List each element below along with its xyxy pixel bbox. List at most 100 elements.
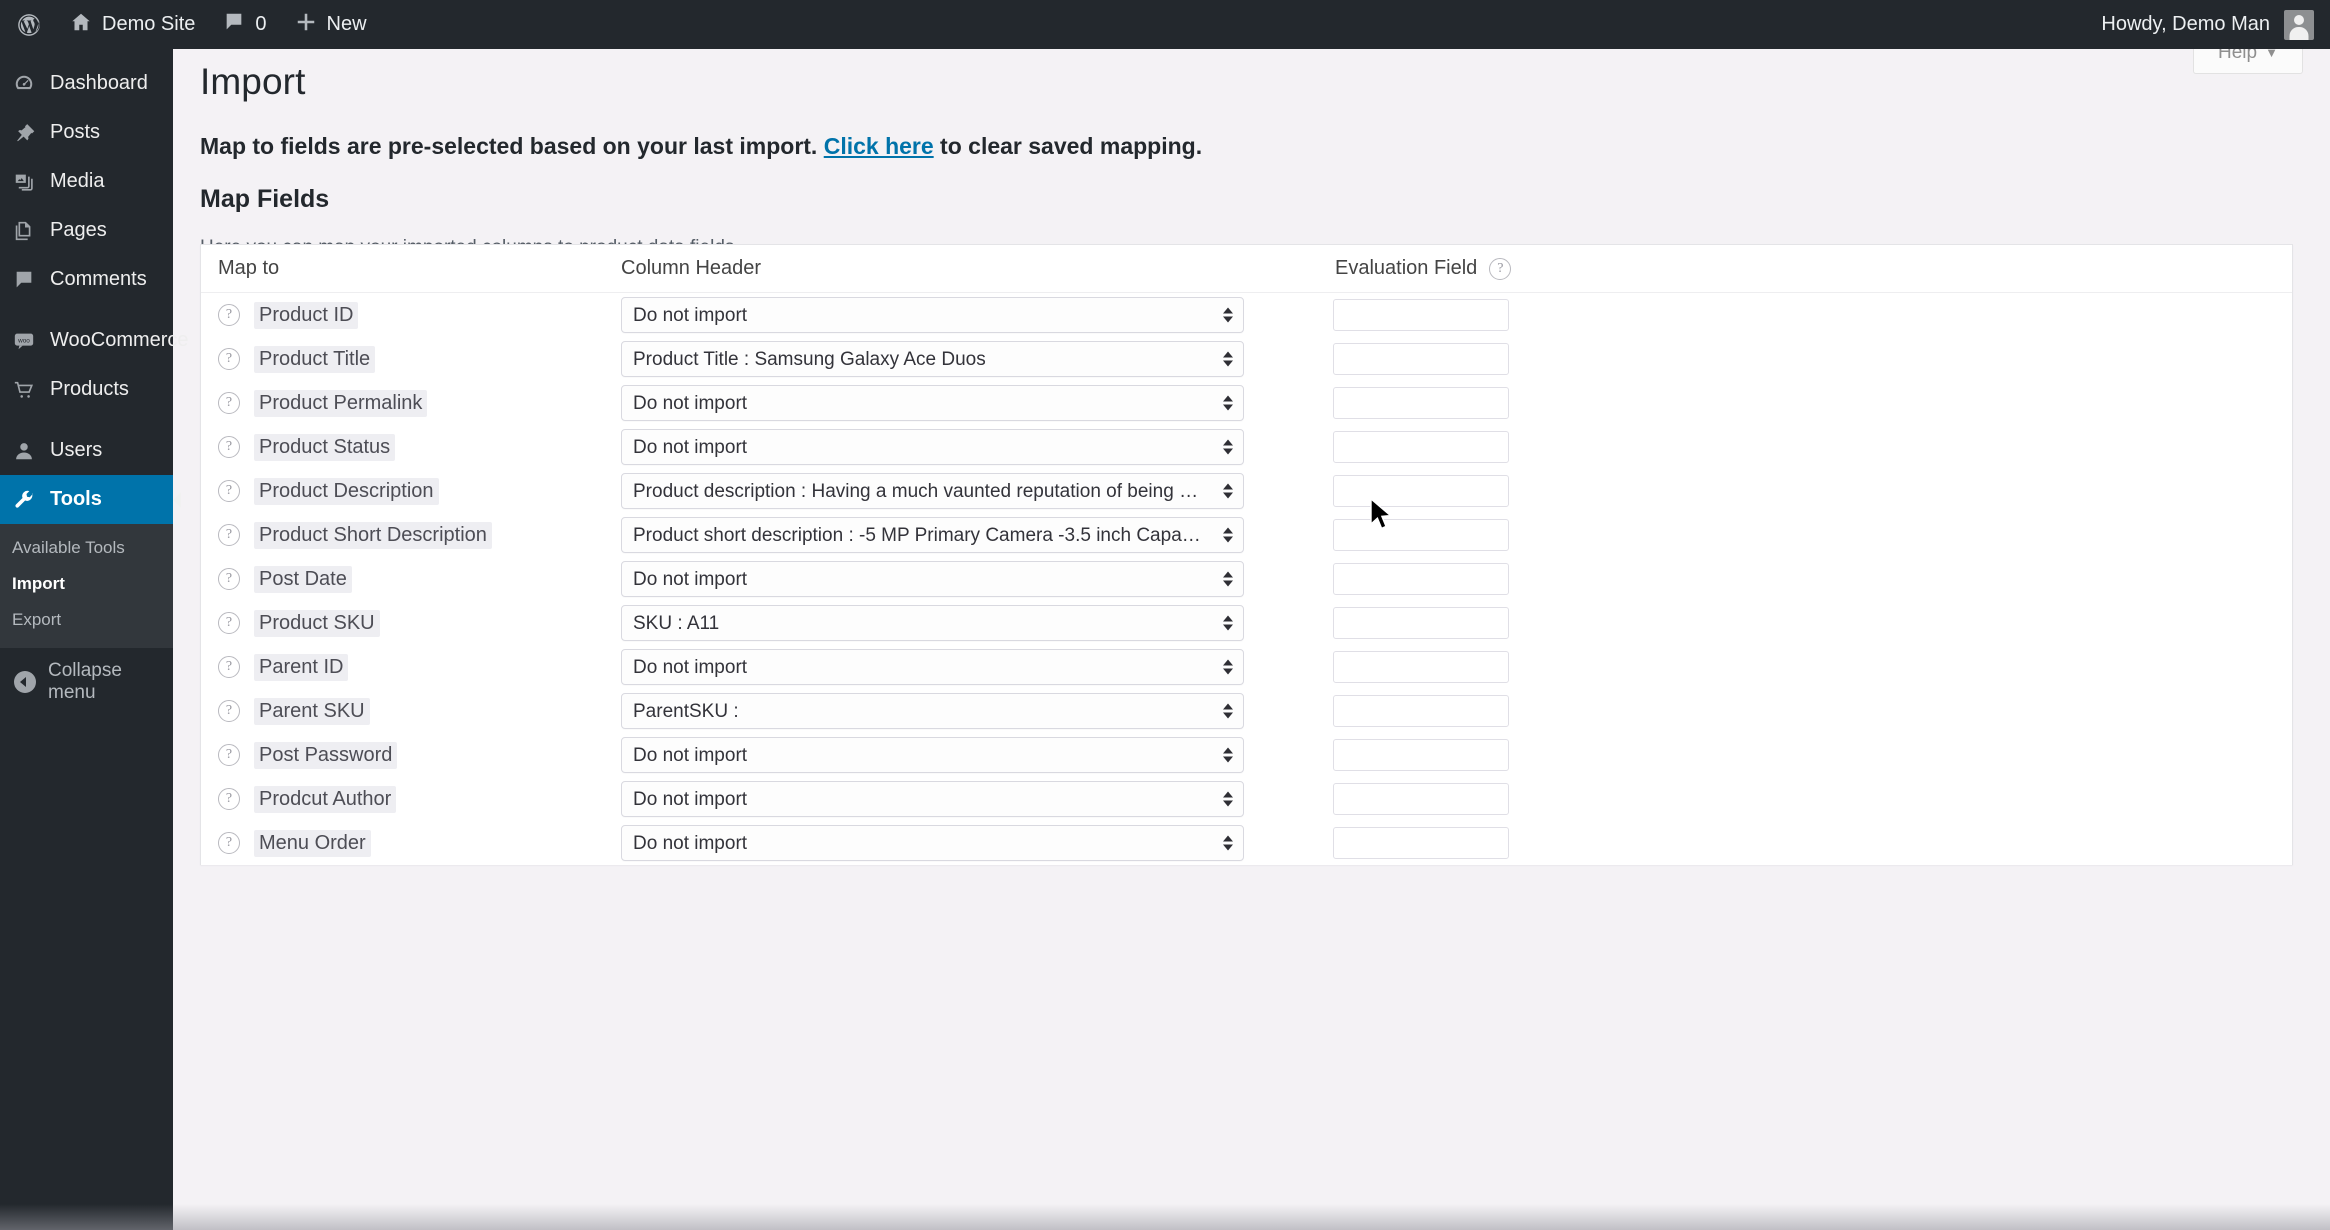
column-header-cell: Do not import <box>621 429 1333 465</box>
sidebar-item-label: Media <box>50 170 105 192</box>
question-mark-icon[interactable]: ? <box>218 392 240 414</box>
question-mark-icon[interactable]: ? <box>218 480 240 502</box>
column-header-select-wrapper: Do not import <box>621 649 1244 685</box>
map-to-label: Product ID <box>254 301 359 329</box>
svg-text:woo: woo <box>17 337 30 344</box>
sidebar-item-posts[interactable]: Posts <box>0 108 173 157</box>
evaluation-field-input[interactable] <box>1333 431 1509 463</box>
question-mark-icon[interactable]: ? <box>218 612 240 634</box>
table-row: ? Product SKU SKU : A11 <box>201 601 2292 645</box>
question-mark-icon[interactable]: ? <box>218 744 240 766</box>
column-header-select[interactable]: Do not import <box>621 781 1244 817</box>
sidebar-item-users[interactable]: Users <box>0 426 173 475</box>
question-mark-icon[interactable]: ? <box>218 788 240 810</box>
map-to-cell: ? Product Description <box>201 477 621 505</box>
question-mark-icon[interactable]: ? <box>218 524 240 546</box>
sidebar-item-label: Tools <box>50 488 102 510</box>
evaluation-field-input[interactable] <box>1333 343 1509 375</box>
question-mark-icon[interactable]: ? <box>218 568 240 590</box>
column-header-select[interactable]: Product Title : Samsung Galaxy Ace Duos <box>621 341 1244 377</box>
notice-suffix-text: to clear saved mapping. <box>933 133 1203 159</box>
collapse-menu-button[interactable]: Collapse menu <box>0 658 173 706</box>
site-name-menu[interactable]: Demo Site <box>56 0 209 49</box>
table-row: ? Product Permalink Do not import <box>201 381 2292 425</box>
sidebar-item-label: Comments <box>50 268 147 290</box>
column-header-cell: Do not import <box>621 825 1333 861</box>
question-mark-icon[interactable]: ? <box>218 348 240 370</box>
map-to-cell: ? Product Permalink <box>201 389 621 417</box>
submenu-item-export[interactable]: Export <box>0 602 173 638</box>
sidebar-item-products[interactable]: Products <box>0 365 173 414</box>
question-mark-icon[interactable]: ? <box>218 832 240 854</box>
sidebar-item-tools[interactable]: Tools <box>0 475 181 524</box>
column-header-select[interactable]: Do not import <box>621 385 1244 421</box>
sidebar-item-comments[interactable]: Comments <box>0 255 173 304</box>
sidebar-item-pages[interactable]: Pages <box>0 206 173 255</box>
clear-saved-mapping-link[interactable]: Click here <box>824 133 934 159</box>
evaluation-field-input[interactable] <box>1333 739 1509 771</box>
user-icon <box>12 439 36 463</box>
column-header-select[interactable]: Do not import <box>621 429 1244 465</box>
question-mark-icon[interactable]: ? <box>218 304 240 326</box>
table-row: ? Product Status Do not import <box>201 425 2292 469</box>
evaluation-field-input[interactable] <box>1333 475 1509 507</box>
map-to-cell: ? Parent SKU <box>201 697 621 725</box>
evaluation-field-input[interactable] <box>1333 783 1509 815</box>
column-header-select[interactable]: Product short description : -5 MP Primar… <box>621 517 1244 553</box>
column-header-select[interactable]: Do not import <box>621 825 1244 861</box>
column-header-select[interactable]: ParentSKU : <box>621 693 1244 729</box>
evaluation-field-input[interactable] <box>1333 519 1509 551</box>
wordpress-logo-button[interactable] <box>0 0 56 49</box>
evaluation-field-input[interactable] <box>1333 607 1509 639</box>
column-header-select[interactable]: Do not import <box>621 297 1244 333</box>
evaluation-field-input[interactable] <box>1333 827 1509 859</box>
comment-bubble-icon <box>12 268 36 292</box>
cart-icon <box>12 378 36 402</box>
question-mark-icon[interactable]: ? <box>218 700 240 722</box>
sidebar-item-media[interactable]: Media <box>0 157 173 206</box>
column-header-select-wrapper: Product description : Having a much vaun… <box>621 473 1244 509</box>
submenu-item-available-tools[interactable]: Available Tools <box>0 530 173 566</box>
column-header-cell: Do not import <box>621 737 1333 773</box>
column-header-select[interactable]: Do not import <box>621 561 1244 597</box>
table-row: ? Product Short Description Product short … <box>201 513 2292 557</box>
menu-separator <box>0 414 173 426</box>
comments-menu[interactable]: 0 <box>209 0 280 49</box>
map-fields-panel: Map to Column Header Evaluation Field ? … <box>200 244 2293 865</box>
evaluation-field-input[interactable] <box>1333 299 1509 331</box>
plus-icon <box>295 11 317 39</box>
evaluation-field-input[interactable] <box>1333 695 1509 727</box>
sidebar-item-label: Posts <box>50 121 101 143</box>
evaluation-field-cell <box>1333 387 2292 419</box>
evaluation-field-input[interactable] <box>1333 651 1509 683</box>
table-row: ? Parent ID Do not import <box>201 645 2292 689</box>
question-mark-icon[interactable]: ? <box>218 436 240 458</box>
question-mark-icon[interactable]: ? <box>1489 257 1512 280</box>
sidebar-item-dashboard[interactable]: Dashboard <box>0 59 173 108</box>
question-mark-icon[interactable]: ? <box>218 656 240 678</box>
map-to-label: Product Description <box>254 477 439 505</box>
map-to-label: Post Date <box>254 565 352 593</box>
account-menu[interactable]: Howdy, Demo Man <box>2101 0 2330 49</box>
submenu-item-import[interactable]: Import <box>0 566 173 602</box>
admin-bar: Demo Site 0 New Howdy, Demo Man <box>0 0 2330 49</box>
column-header-select[interactable]: Do not import <box>621 737 1244 773</box>
column-header-select[interactable]: Do not import <box>621 649 1244 685</box>
column-header-select-wrapper: Do not import <box>621 429 1244 465</box>
column-header-select[interactable]: SKU : A11 <box>621 605 1244 641</box>
sidebar-item-label: Products <box>50 378 129 400</box>
map-to-label: Product Status <box>254 433 396 461</box>
evaluation-field-input[interactable] <box>1333 387 1509 419</box>
column-header-cell: Do not import <box>621 385 1333 421</box>
column-header-select[interactable]: Product description : Having a much vaun… <box>621 473 1244 509</box>
evaluation-field-cell <box>1333 431 2292 463</box>
evaluation-field-cell <box>1333 343 2292 375</box>
sidebar-item-woocommerce[interactable]: woo WooCommerce <box>0 316 189 365</box>
new-content-menu[interactable]: New <box>281 0 381 49</box>
sidebar-item-label: Pages <box>50 219 107 241</box>
evaluation-field-input[interactable] <box>1333 563 1509 595</box>
column-header-evaluation-field: Evaluation Field ? <box>1333 257 2292 280</box>
evaluation-field-cell <box>1333 739 2292 771</box>
map-to-label: Product Title <box>254 345 376 373</box>
admin-sidebar: Dashboard Posts Media Pages Comments woo WooCo… <box>0 49 189 1230</box>
